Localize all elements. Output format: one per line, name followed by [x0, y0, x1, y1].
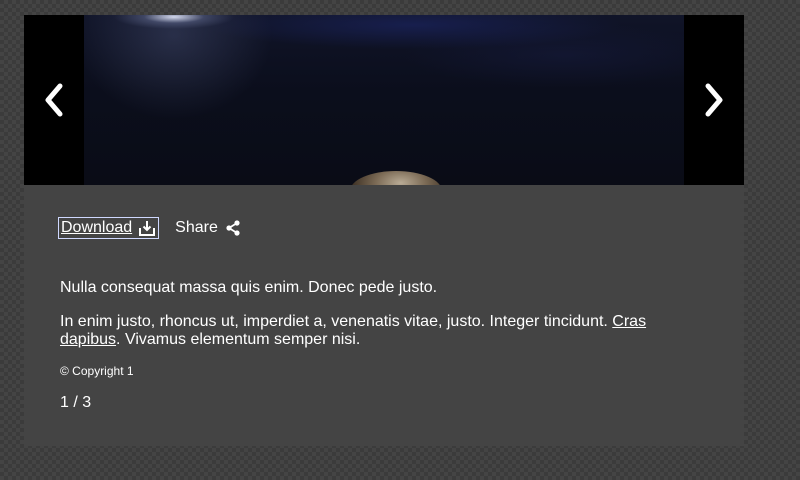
slide-caption: Nulla consequat massa quis enim. Donec p… — [60, 279, 680, 365]
share-label: Share — [175, 219, 218, 236]
caption-paragraph-2-end: . Vivamus elementum semper nisi. — [116, 331, 361, 348]
download-link[interactable]: Download — [57, 217, 160, 239]
lightbox-panel: Download Share Nulla consequat massa qui… — [24, 15, 744, 446]
caption-paragraph-2-text: In enim justo, rhoncus ut, imperdiet a, … — [60, 313, 613, 330]
download-icon — [139, 221, 156, 236]
next-slide-button[interactable] — [684, 15, 744, 185]
caption-paragraph-2: In enim justo, rhoncus ut, imperdiet a, … — [60, 313, 680, 349]
media-actions: Download Share — [57, 217, 240, 239]
previous-slide-button[interactable] — [24, 15, 84, 185]
chevron-left-icon — [45, 83, 63, 117]
slide-counter: 1 / 3 — [60, 394, 92, 411]
copyright-text: © Copyright 1 — [60, 364, 134, 378]
caption-paragraph-1: Nulla consequat massa quis enim. Donec p… — [60, 279, 438, 296]
share-icon — [226, 220, 240, 236]
share-button[interactable]: Share — [175, 219, 240, 237]
slide-image — [84, 15, 684, 185]
chevron-right-icon — [705, 83, 723, 117]
image-subject — [350, 171, 442, 185]
media-viewer — [24, 15, 744, 185]
download-label: Download — [61, 219, 133, 236]
